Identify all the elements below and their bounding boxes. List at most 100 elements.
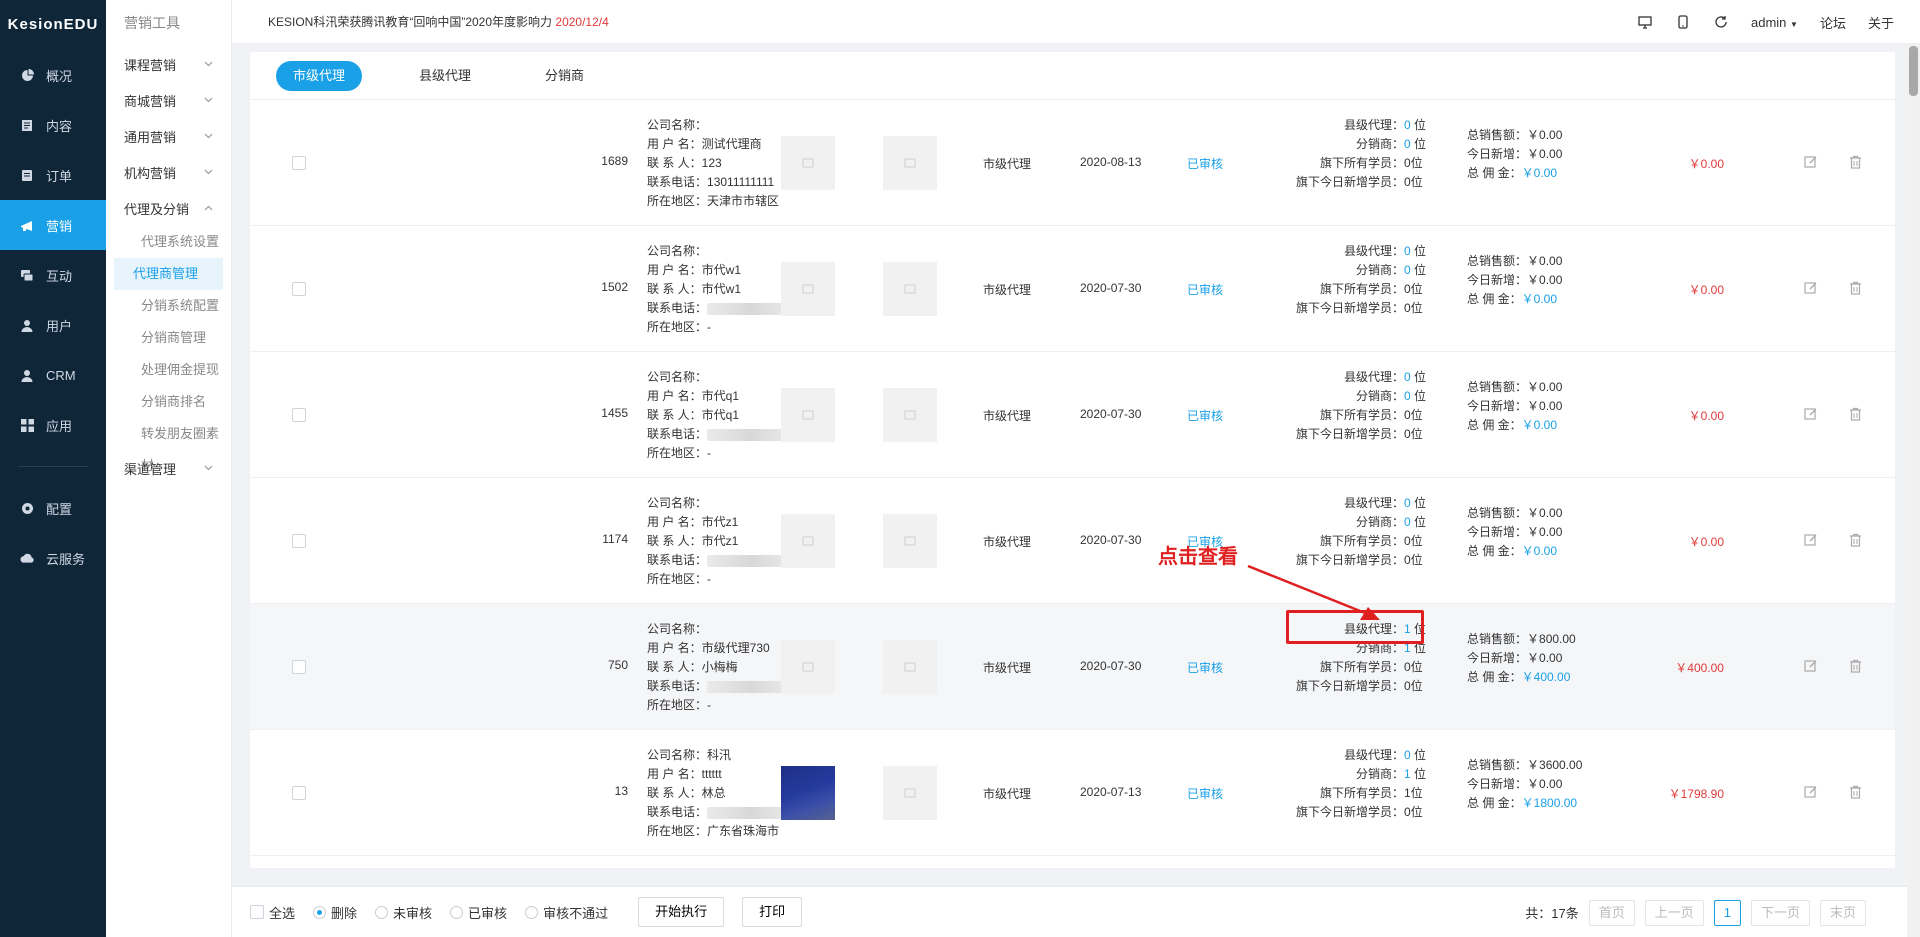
qrcode-thumbnail[interactable]: [883, 388, 937, 442]
audit-status[interactable]: 已审核: [1187, 785, 1223, 802]
user-menu[interactable]: admin ▼: [1751, 15, 1798, 30]
select-all-checkbox[interactable]: [250, 905, 264, 919]
nav-item-document[interactable]: 内容: [0, 100, 106, 150]
subnav-item[interactable]: 分销系统配置: [114, 290, 223, 322]
logo-thumbnail[interactable]: [781, 514, 835, 568]
subnav-group[interactable]: 商城营销: [106, 82, 231, 118]
logo-thumbnail[interactable]: [781, 766, 835, 820]
nav-item-dashboard[interactable]: 概况: [0, 50, 106, 100]
logo-thumbnail[interactable]: [781, 388, 835, 442]
subnav-item[interactable]: 分销商排名: [114, 386, 223, 418]
nav-item-apps[interactable]: 应用: [0, 400, 106, 450]
nav-item-user[interactable]: 用户: [0, 300, 106, 350]
delete-icon[interactable]: [1847, 406, 1863, 422]
audit-status[interactable]: 已审核: [1187, 281, 1223, 298]
logo-thumbnail[interactable]: [781, 262, 835, 316]
delete-icon[interactable]: [1847, 658, 1863, 674]
edit-icon[interactable]: [1803, 532, 1819, 548]
notice[interactable]: KESION科汛荣获腾讯教育“回响中国”2020年度影响力 2020/12/4: [268, 13, 609, 30]
commission-value[interactable]: ￥400.00: [1522, 670, 1571, 684]
row-checkbox[interactable]: [292, 534, 306, 548]
county-agent-count[interactable]: 0: [1404, 118, 1411, 132]
subnav-item[interactable]: 处理佣金提现: [114, 354, 223, 386]
commission-value[interactable]: ￥0.00: [1522, 292, 1557, 306]
radio-button[interactable]: [450, 905, 464, 919]
radio-button[interactable]: [525, 905, 539, 919]
last-page-button[interactable]: 末页: [1819, 899, 1866, 926]
refresh-icon[interactable]: [1713, 14, 1729, 30]
delete-icon[interactable]: [1847, 532, 1863, 548]
edit-icon[interactable]: [1803, 658, 1819, 674]
nav-item-settings[interactable]: 配置: [0, 483, 106, 533]
commission-value[interactable]: ￥0.00: [1522, 544, 1557, 558]
county-agent-count[interactable]: 0: [1404, 244, 1411, 258]
subnav-group[interactable]: 课程营销: [106, 46, 231, 82]
bulk-action-option[interactable]: 已审核: [450, 903, 507, 922]
edit-icon[interactable]: [1803, 280, 1819, 296]
scrollbar-thumb[interactable]: [1909, 46, 1918, 96]
distributor-count[interactable]: 1: [1404, 767, 1411, 781]
subnav-item[interactable]: 代理系统设置: [114, 226, 223, 258]
radio-button[interactable]: [375, 905, 389, 919]
qrcode-thumbnail[interactable]: [883, 514, 937, 568]
next-page-button[interactable]: 下一页: [1750, 899, 1810, 926]
link-forum[interactable]: 论坛: [1820, 13, 1846, 32]
delete-icon[interactable]: [1847, 280, 1863, 296]
bulk-action-option[interactable]: 未审核: [375, 903, 432, 922]
qrcode-thumbnail[interactable]: [883, 262, 937, 316]
qrcode-thumbnail[interactable]: [883, 640, 937, 694]
page-number-button[interactable]: 1: [1713, 899, 1741, 926]
subnav-group[interactable]: 代理及分销: [106, 190, 231, 226]
select-all-option[interactable]: 全选: [250, 903, 295, 922]
execute-button[interactable]: 开始执行: [638, 897, 725, 927]
row-checkbox[interactable]: [292, 156, 306, 170]
commission-value[interactable]: ￥0.00: [1522, 418, 1557, 432]
subnav-group[interactable]: 通用营销: [106, 118, 231, 154]
bulk-action-option[interactable]: 删除: [313, 903, 357, 922]
commission-value[interactable]: ￥1800.00: [1522, 796, 1577, 810]
tab-distributor[interactable]: 分销商: [528, 61, 601, 91]
link-about[interactable]: 关于: [1868, 13, 1894, 32]
mobile-icon[interactable]: [1675, 14, 1691, 30]
row-checkbox[interactable]: [292, 786, 306, 800]
logo-thumbnail[interactable]: [781, 640, 835, 694]
edit-icon[interactable]: [1803, 784, 1819, 800]
page-scrollbar[interactable]: [1907, 44, 1920, 937]
county-agent-count[interactable]: 0: [1404, 370, 1411, 384]
audit-status[interactable]: 已审核: [1187, 407, 1223, 424]
audit-status[interactable]: 已审核: [1187, 659, 1223, 676]
radio-button[interactable]: [313, 905, 327, 919]
county-agent-count[interactable]: 0: [1404, 748, 1411, 762]
commission-value[interactable]: ￥0.00: [1522, 166, 1557, 180]
prev-page-button[interactable]: 上一页: [1644, 899, 1704, 926]
row-checkbox[interactable]: [292, 408, 306, 422]
qrcode-thumbnail[interactable]: [883, 136, 937, 190]
row-checkbox[interactable]: [292, 282, 306, 296]
distributor-count[interactable]: 0: [1404, 515, 1411, 529]
bulk-action-option[interactable]: 审核不通过: [525, 903, 608, 922]
tab-county-agent[interactable]: 县级代理: [402, 61, 488, 91]
nav-item-crm[interactable]: CRM: [0, 350, 106, 400]
tab-city-agent[interactable]: 市级代理: [276, 60, 363, 91]
desktop-icon[interactable]: [1637, 14, 1653, 30]
subnav-group[interactable]: 渠道管理: [106, 450, 231, 486]
subnav-item[interactable]: 转发朋友圈素材: [114, 418, 223, 473]
distributor-count[interactable]: 0: [1404, 263, 1411, 277]
distributor-count[interactable]: 0: [1404, 389, 1411, 403]
row-checkbox[interactable]: [292, 660, 306, 674]
delete-icon[interactable]: [1847, 784, 1863, 800]
subnav-item[interactable]: 代理商管理: [114, 258, 223, 290]
nav-item-order[interactable]: 订单: [0, 150, 106, 200]
edit-icon[interactable]: [1803, 406, 1819, 422]
subnav-group[interactable]: 机构营销: [106, 154, 231, 190]
subnav-item[interactable]: 分销商管理: [114, 322, 223, 354]
qrcode-thumbnail[interactable]: [883, 766, 937, 820]
audit-status[interactable]: 已审核: [1187, 155, 1223, 172]
county-agent-count[interactable]: 0: [1404, 496, 1411, 510]
delete-icon[interactable]: [1847, 154, 1863, 170]
nav-item-chat[interactable]: 互动: [0, 250, 106, 300]
logo-thumbnail[interactable]: [781, 136, 835, 190]
nav-item-marketing[interactable]: 营销: [0, 200, 106, 250]
nav-item-cloud[interactable]: 云服务: [0, 533, 106, 583]
edit-icon[interactable]: [1803, 154, 1819, 170]
